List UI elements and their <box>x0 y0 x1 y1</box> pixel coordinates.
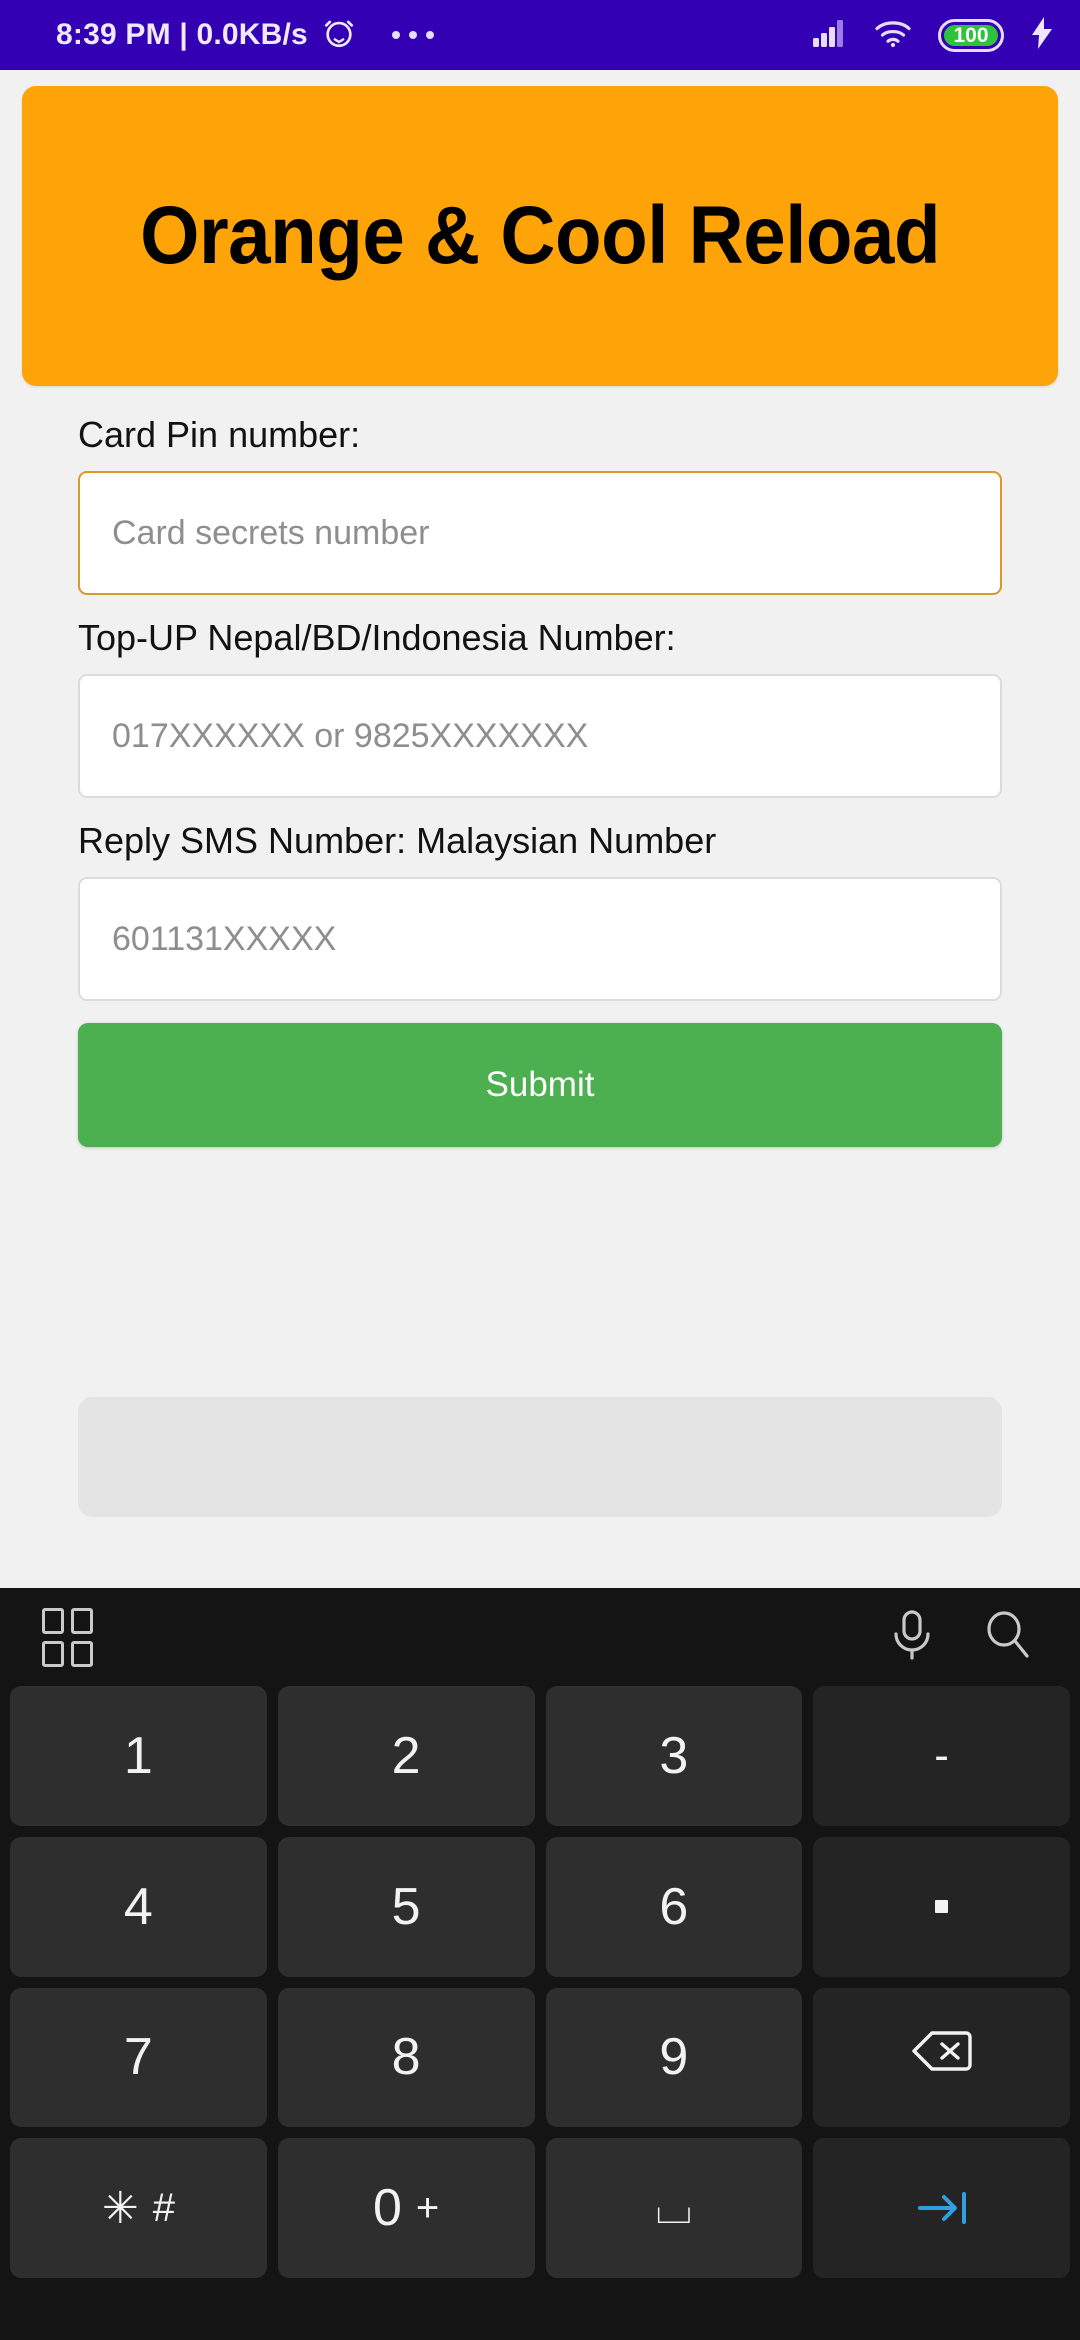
keyboard-row: 1 2 3 - <box>10 1686 1070 1826</box>
reply-sms-placeholder: 601131XXXXX <box>112 919 337 958</box>
card-pin-placeholder: Card secrets number <box>112 513 430 552</box>
key-period[interactable] <box>813 1836 1070 1977</box>
period-glyph <box>935 1900 949 1914</box>
key-dash[interactable]: - <box>813 1686 1070 1826</box>
key-2[interactable]: 2 <box>277 1686 535 1826</box>
keyboard-toolbar-right <box>890 1609 1032 1666</box>
label-topup-number: Top-UP Nepal/BD/Indonesia Number: <box>78 617 676 658</box>
keyboard-rows: 1 2 3 - 4 5 6 7 8 9 ✳ # 0 + ⌴ <box>0 1686 1080 2278</box>
search-icon[interactable] <box>984 1610 1032 1665</box>
zero-glyph: 0 <box>372 2179 402 2238</box>
keyboard-row: 7 8 9 <box>10 1987 1070 2128</box>
hash-glyph: # <box>152 2185 175 2230</box>
battery-indicator: 100 <box>938 18 1004 52</box>
key-6[interactable]: 6 <box>545 1836 803 1977</box>
status-bar: 8:39 PM | 0.0KB/s 100 <box>0 0 1080 70</box>
battery-percent: 100 <box>953 23 989 47</box>
key-1[interactable]: 1 <box>10 1686 267 1826</box>
key-0-plus[interactable]: 0 + <box>277 2138 535 2278</box>
tab-next-icon <box>914 2186 970 2230</box>
more-dots-icon[interactable] <box>391 31 434 39</box>
reload-form: Card Pin number: Card secrets number Top… <box>0 386 1080 1147</box>
star-glyph: ✳ <box>101 2183 139 2233</box>
wifi-icon <box>874 18 912 53</box>
keyboard-row: 4 5 6 <box>10 1836 1070 1977</box>
key-star-hash[interactable]: ✳ # <box>10 2138 267 2278</box>
phone-screen: 8:39 PM | 0.0KB/s 100 Orange & Cool Relo… <box>0 0 1080 2340</box>
key-9[interactable]: 9 <box>545 1987 803 2128</box>
keyboard-toolbar <box>0 1588 1080 1686</box>
numeric-keyboard: 1 2 3 - 4 5 6 7 8 9 ✳ # 0 + ⌴ <box>0 1588 1080 2340</box>
grid-menu-icon[interactable] <box>42 1607 93 1667</box>
alarm-clock-icon <box>322 16 356 55</box>
status-clock-and-netspeed: 8:39 PM | 0.0KB/s <box>56 18 308 51</box>
key-4[interactable]: 4 <box>10 1836 267 1977</box>
key-7[interactable]: 7 <box>10 1987 267 2128</box>
page-content: Orange & Cool Reload Card Pin number: Ca… <box>0 70 1080 1588</box>
key-backspace[interactable] <box>813 1987 1070 2128</box>
plus-glyph: + <box>415 2185 440 2230</box>
charging-bolt-icon <box>1030 16 1054 54</box>
keyboard-row: ✳ # 0 + ⌴ <box>10 2138 1070 2278</box>
cellular-signal-icon <box>812 18 848 53</box>
status-bar-left: 8:39 PM | 0.0KB/s <box>56 16 434 55</box>
field-group-card-pin: Card Pin number: Card secrets number <box>78 414 1002 595</box>
reply-sms-number-input[interactable]: 601131XXXXX <box>78 877 1002 1001</box>
backspace-icon <box>911 2027 973 2087</box>
key-tab-next[interactable] <box>813 2138 1070 2278</box>
app-header-banner: Orange & Cool Reload <box>22 86 1058 386</box>
key-space[interactable]: ⌴ <box>545 2138 803 2278</box>
status-bar-right: 100 <box>812 16 1054 54</box>
topup-number-placeholder: 017XXXXXX or 9825XXXXXXX <box>112 716 589 755</box>
bottom-placeholder-card <box>78 1397 1002 1517</box>
key-8[interactable]: 8 <box>277 1987 535 2128</box>
field-group-topup-number: Top-UP Nepal/BD/Indonesia Number: 017XXX… <box>78 617 1002 798</box>
field-group-reply-sms: Reply SMS Number: Malaysian Number 60113… <box>78 820 1002 1001</box>
key-3[interactable]: 3 <box>545 1686 803 1826</box>
page-title: Orange & Cool Reload <box>139 190 941 281</box>
card-pin-input[interactable]: Card secrets number <box>78 471 1002 595</box>
label-card-pin: Card Pin number: <box>78 414 361 455</box>
submit-button[interactable]: Submit <box>78 1023 1002 1147</box>
topup-number-input[interactable]: 017XXXXXX or 9825XXXXXXX <box>78 674 1002 798</box>
microphone-icon[interactable] <box>890 1609 934 1666</box>
label-reply-sms-number: Reply SMS Number: Malaysian Number <box>78 820 717 861</box>
key-5[interactable]: 5 <box>277 1836 535 1977</box>
